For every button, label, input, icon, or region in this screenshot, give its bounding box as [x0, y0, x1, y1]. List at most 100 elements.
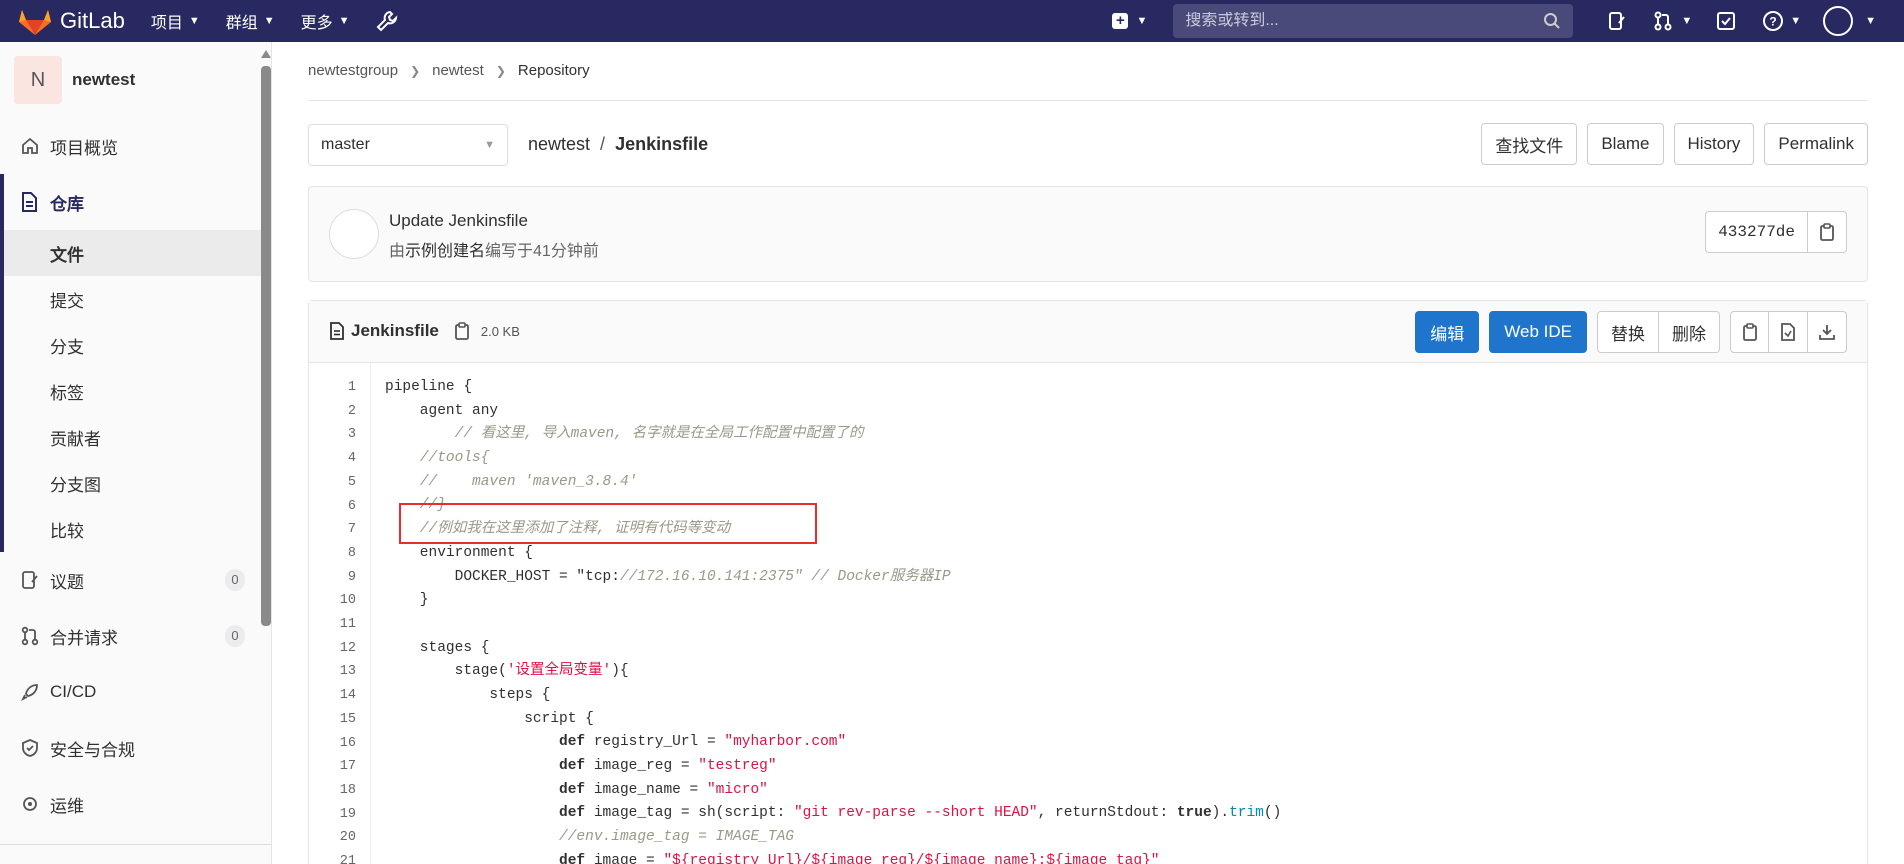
line-number[interactable]: 20 [340, 826, 356, 850]
history-button[interactable]: History [1673, 123, 1755, 165]
code-line: def image = "${registry_Url}/${image_reg… [559, 852, 1160, 864]
commit-time: 编写于41分钟前 [485, 243, 599, 260]
line-number[interactable]: 21 [340, 850, 356, 864]
sidebar-item-overview[interactable]: 项目概览 [0, 118, 271, 174]
line-number[interactable]: 1 [348, 376, 356, 400]
sidebar-item-repository[interactable]: 仓库 [0, 174, 271, 230]
divider [308, 100, 1868, 101]
chevron-right-icon: ❯ [495, 63, 506, 78]
replace-button[interactable]: 替换 [1597, 311, 1659, 353]
merge-request-icon [1653, 10, 1675, 32]
annotation-highlight-box [399, 503, 817, 544]
line-number[interactable]: 2 [348, 400, 356, 424]
plus-icon: + [1112, 13, 1129, 29]
sidebar-subitem-contributors[interactable]: 贡献者 [4, 414, 271, 460]
copy-contents-button[interactable] [1730, 311, 1769, 353]
line-number[interactable]: 19 [340, 803, 356, 827]
copy-sha-button[interactable] [1807, 211, 1847, 253]
line-number[interactable]: 10 [340, 589, 356, 613]
issues-icon[interactable] [1607, 10, 1629, 32]
commit-author[interactable]: 示例创建名 [405, 243, 485, 260]
gitlab-logo[interactable]: GitLab [18, 6, 125, 36]
search-box[interactable] [1173, 4, 1574, 38]
line-number[interactable]: 8 [348, 542, 356, 566]
file-tools-group [1730, 311, 1847, 353]
sidebar-item-cicd[interactable]: CI/CD [0, 664, 271, 720]
project-name: newtest [72, 70, 136, 89]
code-line: // 看这里, 导入maven, 名字就是在全局工作配置中配置了的 [454, 426, 864, 443]
chevron-down-icon: ▼ [338, 15, 350, 27]
line-number[interactable]: 7 [348, 518, 356, 542]
line-number[interactable]: 16 [340, 732, 356, 756]
path-file-name: Jenkinsfile [615, 134, 709, 154]
sidebar-item-security[interactable]: 安全与合规 [0, 720, 271, 776]
sidebar-scrollbar[interactable] [260, 50, 272, 630]
line-number[interactable]: 11 [340, 613, 356, 637]
sidebar-subitem-branches[interactable]: 分支 [4, 322, 271, 368]
download-icon [1819, 325, 1835, 340]
repository-submenu: 文件 提交 分支 标签 贡献者 分支图 比较 [0, 230, 271, 552]
nav-more[interactable]: 更多 ▼ [301, 9, 350, 33]
breadcrumb-group[interactable]: newtestgroup [308, 62, 398, 79]
code-line: environment { [385, 544, 533, 561]
sidebar-item-issues[interactable]: 议题 0 [0, 552, 271, 608]
nav-projects[interactable]: 项目 ▼ [151, 9, 200, 33]
sidebar-item-merge-requests[interactable]: 合并请求 0 [0, 608, 271, 664]
download-button[interactable] [1808, 311, 1847, 353]
gitlab-tanuki-icon [19, 10, 51, 35]
line-number[interactable]: 18 [340, 779, 356, 803]
commit-sha[interactable]: 433277de [1705, 211, 1807, 253]
commit-meta: 由示例创建名编写于41分钟前 [389, 237, 599, 261]
user-menu[interactable]: ▼ [1801, 6, 1876, 36]
cloud-gear-icon [20, 793, 42, 815]
web-ide-button[interactable]: Web IDE [1489, 311, 1587, 353]
line-number[interactable]: 4 [348, 447, 356, 471]
commit-author-avatar[interactable] [329, 209, 379, 259]
path-project-link[interactable]: newtest [528, 134, 590, 154]
find-file-button[interactable]: 查找文件 [1481, 123, 1578, 165]
document-icon [20, 191, 42, 213]
sidebar-subitem-compare[interactable]: 比较 [4, 506, 271, 552]
line-number[interactable]: 6 [348, 495, 356, 519]
sidebar-subitem-files[interactable]: 文件 [4, 230, 271, 276]
breadcrumb-project[interactable]: newtest [432, 62, 484, 79]
code-view: 1 2 3 4 5 6 7 8 9 10 11 12 13 14 15 16 17 18 19 20 21 pipeli… [309, 363, 1867, 864]
sidebar-item-operations[interactable]: 运维 [0, 776, 271, 832]
search-input[interactable] [1185, 12, 1544, 30]
sidebar-subitem-tags[interactable]: 标签 [4, 368, 271, 414]
delete-button[interactable]: 删除 [1659, 311, 1720, 353]
blame-button[interactable]: Blame [1587, 123, 1664, 165]
scroll-up-arrow-icon[interactable] [261, 50, 271, 58]
sidebar-project-header[interactable]: N newtest [0, 42, 271, 118]
line-number[interactable]: 5 [348, 471, 356, 495]
sidebar-subitem-graph[interactable]: 分支图 [4, 460, 271, 506]
commit-title[interactable]: Update Jenkinsfile [389, 211, 528, 231]
branch-selector[interactable]: master ▼ [308, 124, 508, 166]
line-number[interactable]: 17 [340, 755, 356, 779]
sidebar-item-label: 合并请求 [50, 628, 118, 648]
merge-requests-dropdown[interactable]: ▼ [1641, 10, 1704, 32]
line-number[interactable]: 3 [348, 423, 356, 447]
todo-icon[interactable] [1716, 10, 1738, 32]
breadcrumb: newtestgroup ❯ newtest ❯ Repository [308, 62, 590, 79]
file-viewer: Jenkinsfile 2.0 KB 编辑 Web IDE 替换 删除 1 2 … [308, 300, 1868, 864]
chevron-down-icon: ▼ [1136, 15, 1148, 27]
breadcrumb-current[interactable]: Repository [518, 62, 590, 79]
nav-groups[interactable]: 群组 ▼ [226, 9, 275, 33]
scrollbar-thumb[interactable] [261, 66, 271, 626]
permalink-button[interactable]: Permalink [1764, 123, 1868, 165]
line-number[interactable]: 13 [340, 660, 356, 684]
help-dropdown[interactable]: ? ▼ [1750, 10, 1801, 32]
open-raw-button[interactable] [1769, 311, 1808, 353]
line-number[interactable]: 14 [340, 684, 356, 708]
code-line: // maven 'maven_3.8.4' [419, 473, 638, 490]
admin-wrench-icon[interactable] [376, 10, 398, 32]
sidebar-subitem-commits[interactable]: 提交 [4, 276, 271, 322]
line-number[interactable]: 9 [348, 566, 356, 590]
line-number[interactable]: 12 [340, 637, 356, 661]
copy-path-icon[interactable] [453, 322, 471, 340]
new-dropdown-button[interactable]: + ▼ [1112, 13, 1147, 29]
line-number[interactable]: 15 [340, 708, 356, 732]
edit-button[interactable]: 编辑 [1415, 311, 1480, 353]
